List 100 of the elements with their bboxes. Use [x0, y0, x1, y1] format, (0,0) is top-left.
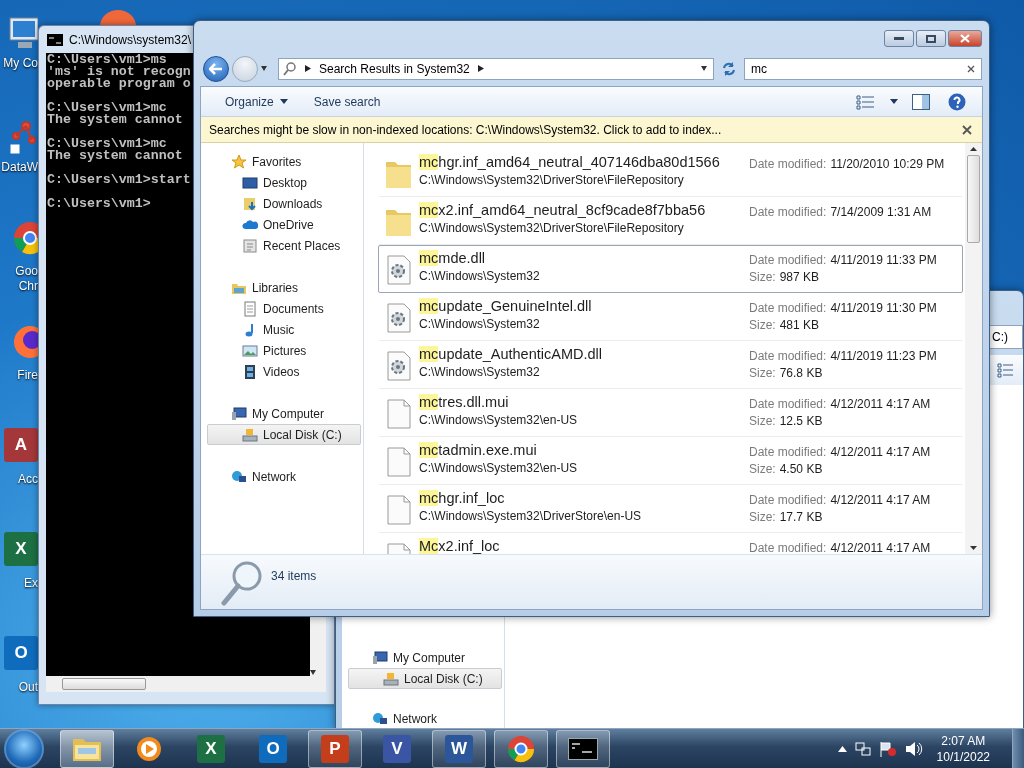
picture-icon [242, 342, 258, 359]
icon-label: Goo [15, 264, 38, 279]
date-value: 7/14/2009 1:31 AM [830, 205, 932, 219]
size-value: 76.8 KB [779, 366, 823, 380]
result-row[interactable]: mchgr.inf_amd64_neutral_407146dba80d1566 C:\Windows\System32\DriverStore\FileRepository Date modified: 11/20/2010 10:29 PM [378, 149, 963, 197]
date-value: 4/11/2019 11:30 PM [830, 301, 937, 315]
close-icon[interactable] [962, 124, 972, 135]
nav-item[interactable]: Local Disk (C:) [207, 424, 361, 445]
folder-download-icon [242, 195, 258, 212]
field-label: Size: [749, 510, 776, 524]
result-row[interactable]: mcupdate_AuthenticAMD.dll C:\Windows\System32 Date modified: 4/11/2019 11:23 PM Size: 76.8 KB [378, 341, 963, 389]
size-value: 17.7 KB [779, 510, 823, 524]
nav-item[interactable]: Libraries [207, 277, 361, 298]
taskbar-button[interactable] [494, 729, 548, 768]
result-row[interactable]: mcx2.inf_amd64_neutral_8cf9cade8f7bba56 C:\Windows\System32\DriverStore\FileRepository Date modified: 7/14/2009 1:31 AM [378, 197, 963, 245]
nav-item[interactable]: Videos [207, 361, 361, 382]
address-bar[interactable]: Search Results in System32 [278, 57, 714, 80]
toolbar-button[interactable]: Save search [305, 91, 389, 112]
file-path: C:\Windows\System32\DriverStore\FileRepository [419, 220, 685, 236]
clock[interactable]: 2:07 AM 10/1/2022 [936, 732, 990, 765]
field-label: Date modified: [749, 493, 827, 507]
volume-icon[interactable] [904, 740, 923, 757]
file-path: C:\Windows\System32\en-US [419, 460, 579, 476]
document-icon [242, 300, 258, 317]
taskbar-button[interactable] [556, 729, 610, 768]
minimize-icon [894, 36, 904, 41]
nav-item[interactable]: OneDrive [207, 214, 361, 235]
field-label: Size: [749, 462, 776, 476]
file-name: mcupdate_AuthenticAMD.dll [419, 345, 603, 364]
view-icon[interactable] [997, 362, 1015, 378]
terminal-icon [568, 737, 598, 760]
field-label: Size: [749, 318, 776, 332]
file-name: mctadmin.exe.mui [419, 441, 538, 460]
nav-item[interactable]: Favorites [207, 151, 361, 172]
taskbar-button[interactable]: P [308, 729, 362, 768]
magnifier-icon [221, 561, 263, 607]
close-button[interactable] [948, 30, 982, 47]
flag-icon[interactable] [878, 740, 897, 757]
show-desktop-button[interactable] [1012, 729, 1024, 768]
nav-item[interactable]: Downloads [207, 193, 361, 214]
clear-icon[interactable] [967, 64, 975, 73]
nav-item[interactable]: Network [348, 708, 502, 728]
maximize-icon [926, 34, 936, 43]
taskbar-button[interactable]: O [246, 729, 300, 768]
gear-file-icon [385, 254, 413, 286]
field-label: Date modified: [749, 349, 827, 363]
search-box[interactable]: mc [744, 57, 982, 80]
icon-label: My Co [3, 56, 38, 71]
date-value: 4/12/2011 4:17 AM [830, 493, 931, 507]
taskbar-button[interactable]: X [184, 729, 238, 768]
result-row[interactable]: mcmde.dll C:\Windows\System32 Date modified: 4/11/2019 11:33 PM Size: 987 KB [378, 245, 963, 293]
field-label: Size: [749, 414, 776, 428]
nav-item[interactable]: Local Disk (C:) [348, 668, 502, 689]
maximize-button[interactable] [916, 30, 946, 47]
network-icon[interactable] [854, 740, 871, 757]
nav-item[interactable]: My Computer [348, 647, 502, 668]
file-path: C:\Windows\System32 [419, 316, 541, 332]
taskbar-button[interactable]: V [370, 729, 424, 768]
search-field[interactable]: mc [751, 61, 967, 76]
result-row[interactable]: mctres.dll.mui C:\Windows\System32\en-US Date modified: 4/12/2011 4:17 AM Size: 12.5 KB [378, 389, 963, 437]
file-icon [385, 398, 413, 430]
computer-icon [372, 649, 388, 666]
console-line: C:\Users\vm1>mc [47, 102, 167, 114]
horizontal-scrollbar[interactable] [46, 676, 326, 692]
console-line: C:\Users\vm1>mc [47, 138, 167, 150]
start-button[interactable] [4, 728, 44, 768]
toolbar-button[interactable]: Organize [217, 91, 296, 112]
icon-label: Fire [17, 368, 38, 383]
nav-item[interactable]: Music [207, 319, 361, 340]
browser-icon [507, 734, 535, 763]
address-text[interactable]: C:) [992, 330, 1008, 344]
result-row[interactable]: mcupdate_GenuineIntel.dll C:\Windows\System32 Date modified: 4/11/2019 11:30 PM Size: 481 KB [378, 293, 963, 341]
file-path: C:\Windows\System32\DriverStore\en-US [419, 508, 643, 524]
back-button[interactable] [203, 55, 229, 82]
minimize-button[interactable] [884, 30, 914, 47]
scroll-up-icon[interactable] [970, 147, 977, 151]
file-name: mcupdate_GenuineIntel.dll [419, 297, 593, 316]
nav-item[interactable]: Pictures [207, 340, 361, 361]
field-label: Date modified: [749, 541, 827, 554]
scroll-down-icon[interactable] [970, 546, 977, 550]
result-row[interactable]: mchgr.inf_loc C:\Windows\System32\DriverStore\en-US Date modified: 4/12/2011 4:17 AM Size: 17.7 KB [378, 485, 963, 533]
chevron-icon [305, 65, 311, 72]
file-name: Mcx2.inf_loc [419, 537, 501, 554]
result-row[interactable]: mctadmin.exe.mui C:\Windows\System32\en-US Date modified: 4/12/2011 4:17 AM Size: 4.50 KB [378, 437, 963, 485]
file-path: C:\Windows\System32\en-US [419, 412, 579, 428]
nav-item[interactable]: Desktop [207, 172, 361, 193]
window-title: C:\Windows\system32\ [69, 32, 192, 47]
caret-icon [890, 99, 898, 104]
nav-item[interactable]: Documents [207, 298, 361, 319]
scroll-thumb[interactable] [967, 155, 980, 243]
nav-item[interactable]: Recent Places [207, 235, 361, 256]
icon-label: Acc [18, 472, 38, 487]
nav-item[interactable]: Network [207, 466, 361, 487]
chevron-icon [477, 65, 484, 72]
vertical-scrollbar[interactable] [965, 143, 982, 554]
console-line: C:\Users\vm1> [47, 198, 151, 210]
icon-label: Out [18, 680, 38, 695]
taskbar-button[interactable]: W [432, 729, 486, 768]
tray-arrow-icon[interactable] [837, 745, 847, 752]
nav-item[interactable]: My Computer [207, 403, 361, 424]
